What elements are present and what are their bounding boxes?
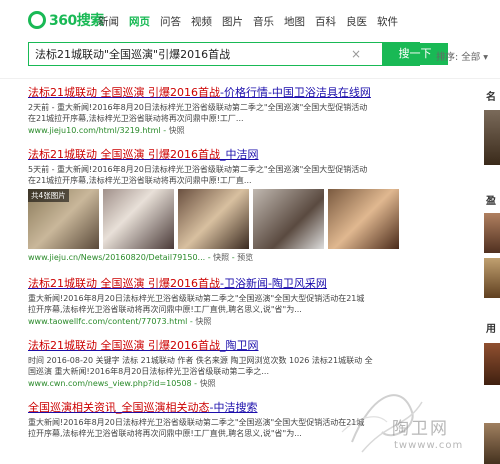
- result-title-link[interactable]: 法标21城联动 全国巡演 引爆2016首战-卫浴新闻-陶卫风采网: [28, 277, 468, 290]
- sidebar-heading: 名: [486, 92, 496, 103]
- tab-map[interactable]: 地图: [284, 14, 305, 29]
- result-snippet: 在21城拉开序幕,法标梓光卫浴省联动将再次问鼎中原!工厂...: [28, 114, 244, 123]
- result-url-text[interactable]: www.cwn.com/news_view.php?id=10508: [28, 379, 192, 388]
- tab-video[interactable]: 视频: [191, 14, 212, 29]
- result-item: 法标21城联动 全国巡演 引爆2016首战-卫浴新闻-陶卫风采网 重大新闻!20…: [28, 277, 468, 327]
- result-snippet: 拉开序幕,法标梓光卫浴省联动将再次问鼎中原!工厂直供,聘名思义,说"省"为...: [28, 305, 302, 314]
- tab-images[interactable]: 图片: [222, 14, 243, 29]
- result-title-link[interactable]: 法标21城联动 全国巡演 引爆2016首战-价格行情-中国卫浴洁具在线网: [28, 86, 468, 99]
- snapshot-link[interactable]: 快照: [200, 379, 216, 388]
- nav-tabs: 新闻 网页 问答 视频 图片 音乐 地图 百科 良医 软件: [98, 14, 398, 29]
- preview-link[interactable]: 预览: [237, 253, 253, 262]
- logo[interactable]: 360搜索: [28, 9, 104, 31]
- gallery-image[interactable]: [253, 189, 324, 249]
- result-url-text[interactable]: www.taowellfc.com/content/77073.html: [28, 317, 187, 326]
- result-title-link[interactable]: 法标21城联动 全国巡演 引爆2016首战_陶卫网: [28, 339, 468, 352]
- result-title-keyword: 法标21城联动 全国巡演 引爆2016首战: [28, 148, 220, 161]
- result-url: www.jieju10.com/html/3219.html - 快照: [28, 126, 185, 135]
- image-count-badge: 共4张图片: [28, 189, 69, 202]
- snapshot-link[interactable]: 快照: [213, 253, 229, 262]
- divider: [0, 78, 500, 79]
- result-url-text[interactable]: www.jieju.cn/News/20160820/Detail79150..…: [28, 253, 205, 262]
- top-nav: 360搜索 新闻 网页 问答 视频 图片 音乐 地图 百科 良医 软件: [0, 0, 500, 34]
- result-title-keyword: 法标21城联动 全国巡演 引爆2016首战: [28, 339, 220, 352]
- sidebar-image[interactable]: [484, 258, 500, 298]
- image-gallery: 共4张图片: [28, 189, 468, 249]
- sort-dropdown[interactable]: 排序: 全部 ▾: [436, 49, 488, 63]
- gallery-image[interactable]: [103, 189, 174, 249]
- logo-text: 360搜索: [49, 13, 104, 29]
- gallery-image[interactable]: [178, 189, 249, 249]
- result-snippet: 2天前 - 重大新闻!2016年8月20日法标梓光卫浴省级联动第二季之"全国巡演…: [28, 103, 368, 112]
- sidebar-heading: 盈: [486, 196, 496, 207]
- tab-news[interactable]: 新闻: [98, 14, 119, 29]
- result-snippet: 5天前 - 重大新闻!2016年8月20日法标梓光卫浴省级联动第二季之"全国巡演…: [28, 165, 368, 174]
- result-item: 法标21城联动 全国巡演 引爆2016首战_中洁网 5天前 - 重大新闻!201…: [28, 148, 468, 263]
- gallery-image[interactable]: [328, 189, 399, 249]
- result-url: www.jieju.cn/News/20160820/Detail79150..…: [28, 253, 254, 262]
- result-snippet: 重大新闻!2016年8月20日法标梓光卫浴省级联动第二季之"全国巡演"全国大型促…: [28, 294, 365, 303]
- gallery-image[interactable]: 共4张图片: [28, 189, 99, 249]
- result-title-suffix: -卫浴新闻-陶卫风采网: [219, 277, 327, 290]
- result-title-suffix: -价格行情-中国卫浴洁具在线网: [219, 86, 371, 99]
- clear-icon[interactable]: ×: [351, 47, 361, 61]
- result-snippet: 时间 2016-08-20 关键字 法标 21城联动 作者 佚名来源 陶卫网浏览…: [28, 356, 373, 365]
- snapshot-link[interactable]: 快照: [195, 317, 211, 326]
- result-url-text[interactable]: www.jieju10.com/html/3219.html: [28, 126, 161, 135]
- result-snippet: 在21城拉开序幕,法标梓光卫浴省联动将再次问鼎中原!工厂直...: [28, 176, 252, 185]
- result-title-suffix: -中洁搜索: [209, 401, 258, 414]
- result-title-link[interactable]: 法标21城联动 全国巡演 引爆2016首战_中洁网: [28, 148, 468, 161]
- search-box: × 搜一下: [28, 42, 448, 66]
- result-title-suffix: _陶卫网: [219, 339, 259, 352]
- sidebar-heading: 用: [486, 324, 496, 335]
- tab-software[interactable]: 软件: [377, 14, 398, 29]
- tab-doctor[interactable]: 良医: [346, 14, 367, 29]
- result-url: www.taowellfc.com/content/77073.html - 快…: [28, 317, 212, 326]
- result-item: 法标21城联动 全国巡演 引爆2016首战-价格行情-中国卫浴洁具在线网 2天前…: [28, 86, 468, 136]
- result-title-keyword: 全国巡演相关资讯_全国巡演相关动态: [28, 401, 210, 414]
- result-title-keyword: 法标21城联动 全国巡演 引爆2016首战: [28, 86, 220, 99]
- sidebar-image[interactable]: [484, 110, 500, 165]
- sidebar-image[interactable]: [484, 213, 500, 253]
- tab-music[interactable]: 音乐: [253, 14, 274, 29]
- snapshot-link[interactable]: 快照: [169, 126, 185, 135]
- tab-qa[interactable]: 问答: [160, 14, 181, 29]
- tab-web[interactable]: 网页: [129, 14, 150, 29]
- logo-circle-icon: [28, 11, 46, 29]
- search-input[interactable]: [29, 43, 349, 65]
- result-title-suffix: _中洁网: [219, 148, 259, 161]
- tab-baike[interactable]: 百科: [315, 14, 336, 29]
- result-title-keyword: 法标21城联动 全国巡演 引爆2016首战: [28, 277, 220, 290]
- watermark-text: 陶卫网: [392, 419, 449, 439]
- watermark-url: twwww.com: [394, 440, 464, 451]
